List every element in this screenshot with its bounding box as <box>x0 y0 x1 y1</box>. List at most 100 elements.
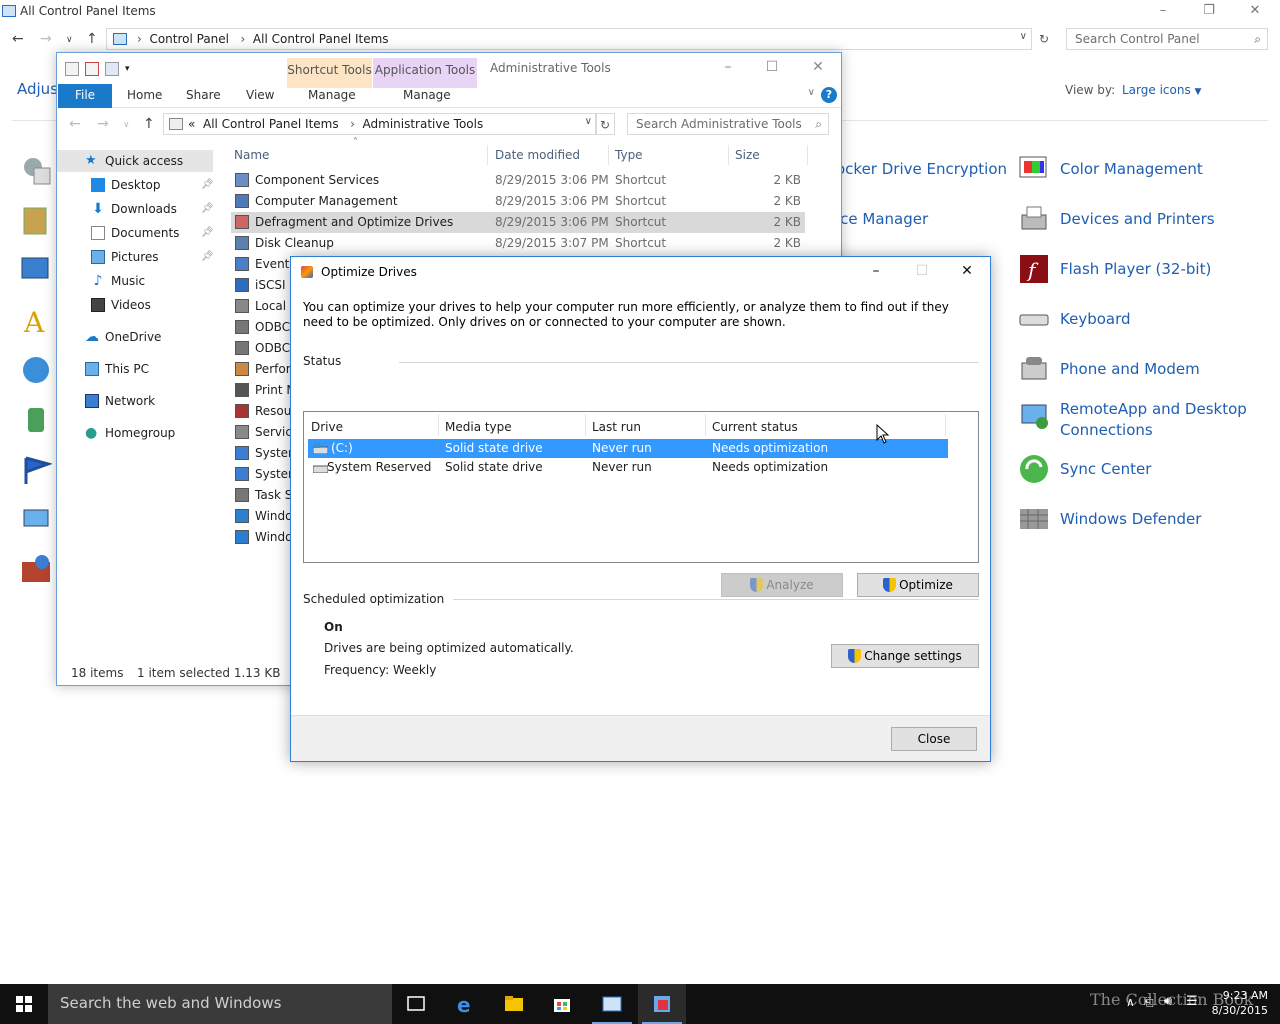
nav-music[interactable]: ♪ Music <box>91 270 146 292</box>
tab-manage-application[interactable]: Manage <box>403 88 451 102</box>
file-row[interactable]: Disk Cleanup 8/29/2015 3:07 PM Shortcut 2 K… <box>231 233 805 254</box>
cp-item-devices-printers[interactable]: Devices and Printers <box>1018 203 1215 235</box>
display-icon[interactable] <box>20 254 52 286</box>
breadcrumb-admin-tools[interactable]: Administrative Tools <box>363 117 484 131</box>
pin-icon[interactable]: 📌︎ <box>201 203 214 214</box>
search-icon[interactable]: ⌕ <box>1254 32 1261 47</box>
minimize-button[interactable]: – <box>1140 0 1186 24</box>
start-button[interactable] <box>0 984 48 1024</box>
close-dialog-button[interactable]: Close <box>891 727 977 751</box>
tab-view[interactable]: View <box>246 88 274 102</box>
change-settings-button[interactable]: Change settings <box>831 644 979 668</box>
gear-icon[interactable] <box>20 154 52 186</box>
column-header-date[interactable]: Date modified <box>495 148 580 162</box>
show-hidden-icons-chevron-icon[interactable]: ∧ <box>1126 995 1135 1009</box>
address-box[interactable]: « All Control Panel Items › Administrati… <box>163 113 597 135</box>
recent-locations-chevron-icon[interactable]: ∨ <box>123 120 130 130</box>
column-separator[interactable] <box>705 414 706 436</box>
tab-file[interactable]: File <box>58 84 112 108</box>
tab-manage-shortcut[interactable]: Manage <box>308 88 356 102</box>
column-separator[interactable] <box>807 145 808 165</box>
close-button[interactable]: ✕ <box>795 57 841 79</box>
new-folder-icon[interactable] <box>105 62 119 76</box>
close-button[interactable]: ✕ <box>1232 0 1278 24</box>
nav-homegroup[interactable]: ● Homegroup <box>85 422 175 444</box>
taskbar-edge[interactable]: e <box>442 984 490 1024</box>
chevron-down-icon[interactable]: ∨ <box>585 116 592 127</box>
computer-icon[interactable] <box>20 504 52 536</box>
pin-icon[interactable]: 📌︎ <box>201 251 214 262</box>
recent-locations-chevron-icon[interactable]: ∨ <box>66 35 73 45</box>
chevron-down-icon[interactable]: ∨ <box>1020 31 1027 42</box>
network-icon[interactable]: ⎗ <box>1144 995 1154 1010</box>
breadcrumb-overflow[interactable]: « <box>188 117 195 131</box>
column-separator[interactable] <box>585 414 586 436</box>
nav-documents[interactable]: Documents <box>91 222 179 244</box>
nav-quick-access[interactable]: ★ Quick access <box>85 150 183 172</box>
task-view-button[interactable] <box>392 984 440 1024</box>
column-header-current-status[interactable]: Current status <box>712 420 798 434</box>
cp-item-device-manager[interactable]: ice Manager <box>836 203 928 230</box>
address-box[interactable]: › Control Panel › All Control Panel Item… <box>106 28 1032 50</box>
nav-network[interactable]: Network <box>85 390 155 412</box>
chevron-down-icon[interactable]: ∨ <box>808 87 815 98</box>
view-by-dropdown[interactable]: Large icons ▼ <box>1122 83 1201 97</box>
up-arrow-icon[interactable]: ↑ <box>143 116 155 132</box>
taskbar-store[interactable] <box>538 984 586 1024</box>
cp-item-bitlocker[interactable]: ocker Drive Encryption <box>836 153 1007 180</box>
forward-arrow-icon[interactable]: → <box>40 31 52 47</box>
drive-row-system-reserved[interactable]: System Reserved Solid state drive Never … <box>308 458 948 477</box>
column-header-type[interactable]: Type <box>615 148 643 162</box>
minimize-button[interactable]: – <box>705 57 751 79</box>
help-icon[interactable]: ? <box>821 87 837 103</box>
pin-icon[interactable]: 📌︎ <box>201 179 214 190</box>
breadcrumb-control-panel[interactable]: Control Panel <box>149 32 229 46</box>
flag-icon[interactable] <box>20 454 53 486</box>
column-separator[interactable] <box>945 414 946 436</box>
taskbar-search-box[interactable]: Search the web and Windows <box>48 984 392 1024</box>
drive-row-c[interactable]: (C:) Solid state drive Never run Needs o… <box>308 439 948 458</box>
column-header-size[interactable]: Size <box>735 148 760 162</box>
file-row[interactable]: Computer Management 8/29/2015 3:06 PM Shor… <box>231 191 805 212</box>
tab-share[interactable]: Share <box>186 88 221 102</box>
close-button[interactable]: ✕ <box>944 259 990 285</box>
refresh-icon[interactable]: ↻ <box>595 113 615 135</box>
minimize-button[interactable]: – <box>853 259 899 285</box>
taskbar-file-explorer[interactable] <box>490 984 538 1024</box>
search-input[interactable]: Search Control Panel ⌕ <box>1066 28 1268 50</box>
properties-icon[interactable] <box>65 62 79 76</box>
column-separator[interactable] <box>438 414 439 436</box>
column-separator[interactable] <box>728 145 729 165</box>
backup-icon[interactable] <box>20 204 52 236</box>
checkmark-icon[interactable] <box>85 62 99 76</box>
analyze-button[interactable]: Analyze <box>721 573 843 597</box>
refresh-icon[interactable]: ↻ <box>1034 28 1054 50</box>
nav-downloads[interactable]: ⬇ Downloads <box>91 198 177 220</box>
power-icon[interactable] <box>20 404 52 436</box>
taskbar-optimize-drives[interactable] <box>638 984 686 1024</box>
language-icon[interactable] <box>20 354 52 386</box>
cp-item-keyboard[interactable]: Keyboard <box>1018 303 1131 335</box>
forward-arrow-icon[interactable]: → <box>97 116 109 132</box>
breadcrumb-all-items[interactable]: All Control Panel Items <box>253 32 389 46</box>
clock[interactable]: 9:23 AM 8/30/2015 <box>1212 988 1268 1018</box>
nav-this-pc[interactable]: This PC <box>85 358 149 380</box>
column-header-last-run[interactable]: Last run <box>592 420 641 434</box>
cp-item-windows-defender[interactable]: Windows Defender <box>1018 503 1201 535</box>
column-separator[interactable] <box>608 145 609 165</box>
action-center-icon[interactable]: ☰ <box>1186 994 1198 1009</box>
nav-videos[interactable]: Videos <box>91 294 151 316</box>
customize-chevron-icon[interactable]: ▾ <box>125 62 139 76</box>
pin-icon[interactable]: 📌︎ <box>201 227 214 238</box>
taskbar-control-panel[interactable] <box>588 984 636 1024</box>
cp-item-remoteapp[interactable]: RemoteApp and Desktop Connections <box>1018 393 1247 441</box>
back-arrow-icon[interactable]: ← <box>69 116 81 132</box>
search-input[interactable]: Search Administrative Tools ⌕ <box>627 113 829 135</box>
file-row[interactable]: Defragment and Optimize Drives 8/29/2015 … <box>231 212 805 233</box>
tab-home[interactable]: Home <box>127 88 162 102</box>
nav-desktop[interactable]: Desktop <box>91 174 161 196</box>
cp-item-sync-center[interactable]: Sync Center <box>1018 453 1151 485</box>
column-separator[interactable] <box>487 145 488 165</box>
volume-icon[interactable]: 🔊︎ <box>1164 994 1172 1009</box>
column-header-name[interactable]: Name <box>234 148 269 162</box>
